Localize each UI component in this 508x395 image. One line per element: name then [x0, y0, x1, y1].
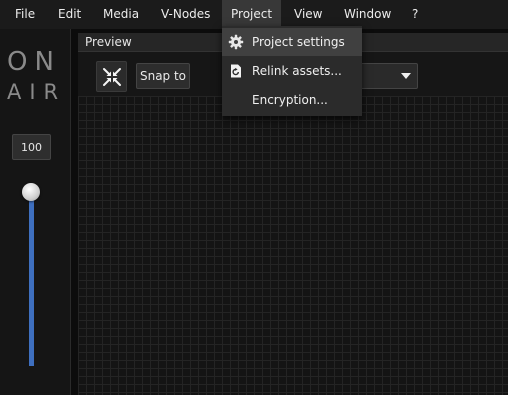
menu-item-label: Encryption...: [252, 93, 328, 107]
menu-view[interactable]: View: [294, 7, 322, 21]
chevron-down-icon: [401, 73, 411, 79]
menu-edit[interactable]: Edit: [58, 7, 81, 21]
volume-value[interactable]: 100: [12, 134, 51, 160]
menu-project[interactable]: Project: [222, 0, 282, 29]
preview-dropdown[interactable]: [360, 63, 418, 89]
fit-to-screen-button[interactable]: [96, 61, 127, 92]
menu-file[interactable]: File: [15, 7, 35, 21]
volume-slider-thumb[interactable]: [22, 183, 40, 201]
logo-air-text: AIR: [7, 80, 67, 104]
preview-title: Preview: [85, 35, 132, 49]
menu-help[interactable]: ?: [412, 7, 418, 21]
project-menu-popup: Project settings Relink assets... Encryp…: [222, 26, 362, 116]
gear-icon: [228, 34, 244, 50]
menu-bar: File Edit Media V-Nodes Project View Win…: [0, 0, 508, 29]
menu-item-relink-assets[interactable]: Relink assets...: [222, 57, 362, 85]
menu-window[interactable]: Window: [344, 7, 391, 21]
collapse-arrows-icon: [102, 67, 121, 86]
menu-item-project-settings[interactable]: Project settings: [222, 28, 362, 56]
preview-canvas[interactable]: [78, 96, 508, 395]
volume-slider-track[interactable]: [29, 192, 34, 366]
left-panel: ON AIR: [0, 29, 71, 395]
snap-to-button[interactable]: Snap to: [136, 63, 190, 89]
menu-item-label: Project settings: [252, 35, 345, 49]
menu-v-nodes[interactable]: V-Nodes: [161, 7, 210, 21]
relink-icon: [228, 63, 244, 79]
logo-on-text: ON: [7, 47, 61, 77]
menu-item-label: Relink assets...: [252, 64, 342, 78]
menu-media[interactable]: Media: [103, 7, 139, 21]
menu-item-encryption[interactable]: Encryption...: [222, 86, 362, 114]
